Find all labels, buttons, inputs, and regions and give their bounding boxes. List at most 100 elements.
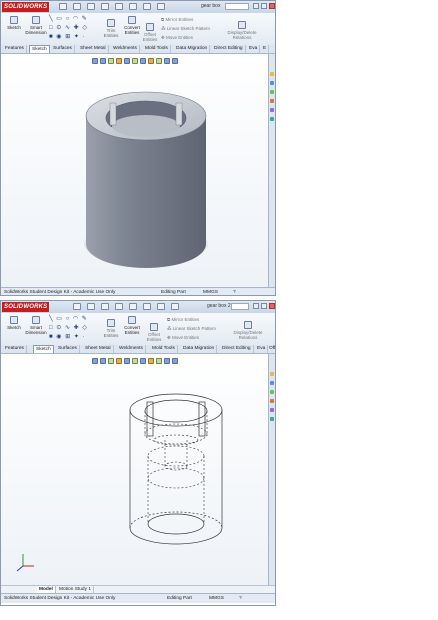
view-palette-icon[interactable] — [270, 399, 274, 403]
tab-evaluate[interactable]: Eva — [247, 45, 261, 53]
status-bar: SolidWorks Student Design Kit - Academic… — [1, 287, 275, 295]
save-icon[interactable] — [101, 303, 109, 310]
smart-dimension-button[interactable]: Smart Dimension — [25, 316, 47, 335]
tab-data-migration[interactable]: Data Migration — [174, 45, 211, 53]
save-icon[interactable] — [87, 3, 95, 10]
tab-overflow[interactable]: Off — [267, 345, 275, 353]
restore-button[interactable] — [261, 3, 267, 9]
sketch-button[interactable]: Sketch — [5, 316, 23, 330]
offset-entities-button[interactable]: Offset Entities — [141, 23, 159, 42]
sketch-button[interactable]: Sketch — [5, 16, 23, 30]
bore-top-edge — [144, 399, 208, 423]
print-icon[interactable] — [101, 3, 109, 10]
undo-icon[interactable] — [129, 303, 137, 310]
tab-overflow[interactable]: E — [261, 45, 270, 53]
convert-entities-button[interactable]: Convert Entities — [121, 16, 143, 35]
status-mode-text: Editing Part — [161, 290, 186, 295]
close-button[interactable] — [269, 303, 275, 309]
tab-motion-study[interactable]: Motion Study 1 — [57, 586, 94, 593]
task-pane[interactable] — [268, 354, 275, 585]
options-icon[interactable] — [171, 303, 179, 310]
help-icon[interactable]: ? — [233, 288, 236, 295]
sketch-tools-row-1[interactable]: ╲ ▭ ○ ◠ ✎ — [49, 16, 88, 22]
trim-entities-button[interactable]: Trim Entities — [101, 19, 121, 38]
move-entities-button[interactable]: ✥ Move Entities — [167, 335, 199, 340]
design-library-icon[interactable] — [270, 381, 274, 385]
search-input[interactable] — [231, 303, 249, 310]
tab-features[interactable]: Features — [3, 345, 27, 353]
mirror-entities-button[interactable]: ⧉ Mirror Entities — [167, 317, 199, 322]
tab-weldments[interactable]: Weldments — [117, 345, 146, 353]
help-icon[interactable]: ? — [239, 594, 242, 603]
minimize-button[interactable] — [253, 303, 259, 309]
tab-sheet-metal[interactable]: Sheet Metal — [83, 345, 114, 353]
appearances-icon[interactable] — [270, 108, 274, 112]
tab-direct-editing[interactable]: Direct Editing — [220, 345, 254, 353]
trim-entities-button[interactable]: Trim Entities — [101, 319, 121, 338]
sketch-tools-row-2[interactable]: □ ⊙ ∿ ✚ ◇ — [49, 325, 88, 331]
smart-dimension-button[interactable]: Smart Dimension — [25, 16, 47, 35]
sketch-tools-row-2[interactable]: □ ⊙ ∿ ✚ ◇ — [49, 25, 88, 31]
print-icon[interactable] — [115, 303, 123, 310]
inner-step-top-hidden — [147, 445, 205, 467]
new-icon[interactable] — [59, 3, 67, 10]
graphics-area[interactable] — [1, 54, 269, 287]
convert-entities-button[interactable]: Convert Entities — [121, 316, 143, 335]
tab-features[interactable]: Features — [3, 45, 27, 53]
tab-weldments[interactable]: Weldments — [111, 45, 140, 53]
appearances-icon[interactable] — [270, 408, 274, 412]
select-icon[interactable] — [143, 303, 151, 310]
tab-model[interactable]: Model — [37, 586, 56, 593]
status-units[interactable]: MMGS — [203, 288, 218, 295]
mirror-entities-button[interactable]: ⧉ Mirror Entities — [161, 17, 193, 22]
move-entities-button[interactable]: ✥ Move Entities — [161, 35, 193, 40]
open-icon[interactable] — [87, 303, 95, 310]
graphics-area[interactable] — [1, 354, 269, 585]
tab-mold-tools[interactable]: Mold Tools — [150, 345, 178, 353]
status-units[interactable]: MMGS — [209, 594, 224, 603]
custom-properties-icon[interactable] — [270, 117, 274, 121]
shaded-cylinder-model — [84, 91, 208, 268]
select-icon[interactable] — [129, 3, 137, 10]
key-slot-left — [109, 102, 117, 126]
custom-properties-icon[interactable] — [270, 417, 274, 421]
options-icon[interactable] — [157, 3, 165, 10]
sketch-tools-row-3[interactable]: ■ ◉ ⊞ ✦ · — [49, 34, 86, 40]
task-pane[interactable] — [268, 54, 275, 287]
display-delete-relations-button[interactable]: Display/Delete Relations — [225, 21, 259, 40]
undo-icon[interactable] — [115, 3, 123, 10]
view-palette-icon[interactable] — [270, 99, 274, 103]
tab-mold-tools[interactable]: Mold Tools — [143, 45, 171, 53]
rebuild-icon[interactable] — [143, 3, 151, 10]
tab-surfaces[interactable]: Surfaces — [51, 45, 75, 53]
search-input[interactable] — [225, 3, 249, 10]
rebuild-icon[interactable] — [157, 303, 165, 310]
sketch-tools-row-3[interactable]: ■ ◉ ⊞ ✦ · — [49, 334, 86, 340]
resources-icon[interactable] — [270, 372, 274, 376]
linear-pattern-button[interactable]: ⁂ Linear Sketch Pattern — [161, 26, 210, 31]
linear-pattern-button[interactable]: ⁂ Linear Sketch Pattern — [167, 326, 216, 331]
solidworks-logo: SOLIDWORKS — [2, 2, 50, 12]
solidworks-logo: SOLIDWORKS — [2, 302, 50, 312]
minimize-button[interactable] — [253, 3, 259, 9]
new-icon[interactable] — [73, 303, 81, 310]
open-icon[interactable] — [73, 3, 81, 10]
resources-icon[interactable] — [270, 72, 274, 76]
tab-surfaces[interactable]: Surfaces — [56, 345, 80, 353]
sketch-tools-row-1[interactable]: ╲ ▭ ○ ◠ ✎ — [49, 316, 88, 322]
solidworks-window-shaded: SOLIDWORKS gear box Sketch Smart Dimensi… — [0, 0, 276, 296]
wireframe-cylinder-model — [16, 393, 223, 572]
file-explorer-icon[interactable] — [270, 90, 274, 94]
display-delete-relations-button[interactable]: Display/Delete Relations — [231, 321, 265, 340]
restore-button[interactable] — [261, 303, 267, 309]
tab-sketch[interactable]: Sketch — [29, 45, 50, 53]
file-explorer-icon[interactable] — [270, 390, 274, 394]
design-library-icon[interactable] — [270, 81, 274, 85]
dimension-icon — [32, 316, 40, 324]
tab-sheet-metal[interactable]: Sheet Metal — [78, 45, 109, 53]
tab-data-migration[interactable]: Data Migration — [181, 345, 218, 353]
tab-direct-editing[interactable]: Direct Editing — [212, 45, 246, 53]
tab-sketch[interactable]: Sketch — [33, 345, 54, 353]
offset-entities-button[interactable]: Offset Entities — [145, 323, 163, 342]
close-button[interactable] — [269, 3, 275, 9]
